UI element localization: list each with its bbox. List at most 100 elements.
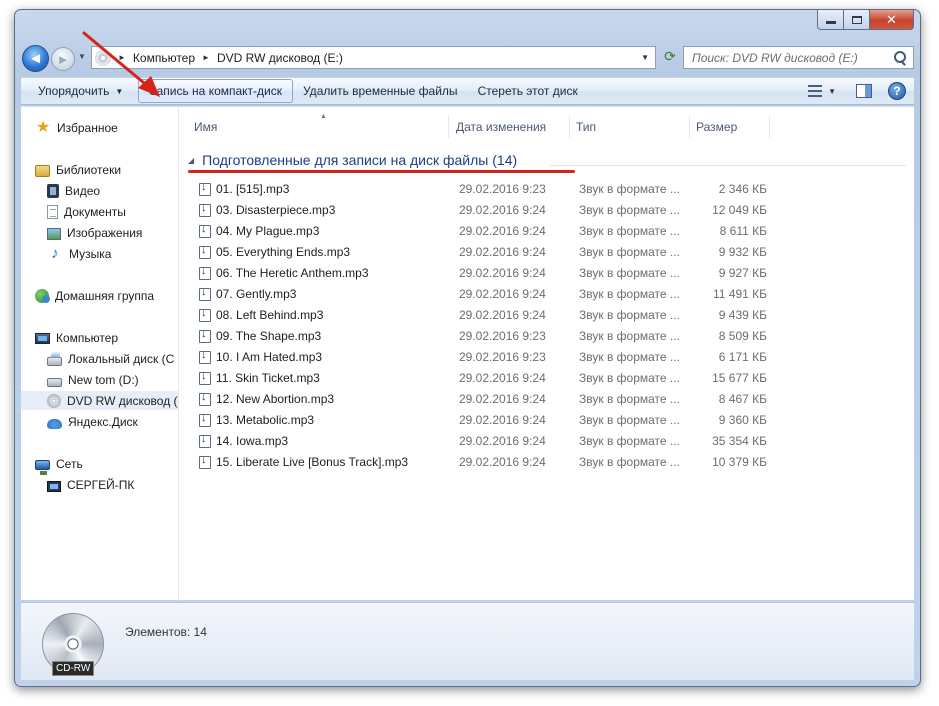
file-size: 10 379 КБ [712,455,767,469]
column-header-name[interactable]: Имя [188,116,449,138]
table-row[interactable]: 12. New Abortion.mp3 29.02.2016 9:24 Звук … [192,389,912,410]
search-box[interactable] [683,46,914,69]
sidebar-item-new-tom[interactable]: New tom (D:) [47,370,139,389]
sidebar-item-local-disk[interactable]: Локальный диск (С [47,349,174,368]
file-name: 04. My Plague.mp3 [216,224,320,238]
table-row[interactable]: 13. Metabolic.mp3 29.02.2016 9:24 Звук в ф… [192,410,912,431]
minimize-button[interactable] [817,10,844,30]
delete-temp-files-button[interactable]: Удалить временные файлы [293,79,468,103]
table-row[interactable]: 01. [515].mp3 29.02.2016 9:23 Звук в форма… [192,179,912,200]
sidebar-item-music[interactable]: ♪ Музыка [47,244,111,263]
burn-to-disc-button[interactable]: Запись на компакт-диск [138,79,293,103]
hard-drive-icon [47,377,62,387]
music-icon: ♪ [51,244,59,262]
file-type: Звук в формате ... [579,413,680,427]
file-name: 12. New Abortion.mp3 [216,392,335,406]
maximize-button[interactable] [844,10,870,30]
forward-button[interactable]: ► [51,47,75,71]
organize-button[interactable]: Упорядочить ▼ [30,79,133,103]
sidebar-label: Компьютер [56,330,119,345]
back-button[interactable]: ◄ [22,45,49,72]
file-size: 35 354 КБ [712,434,767,448]
breadcrumb-separator-icon[interactable]: ► [202,53,210,62]
table-row[interactable]: 10. I Am Hated.mp3 29.02.2016 9:23 Звук в … [192,347,912,368]
breadcrumb-computer[interactable]: Компьютер [133,51,195,65]
table-row[interactable]: 14. Iowa.mp3 29.02.2016 9:24 Звук в формат… [192,431,912,452]
table-row[interactable]: 04. My Plague.mp3 29.02.2016 9:24 Звук в ф… [192,221,912,242]
file-name: 14. Iowa.mp3 [216,434,289,448]
view-controls: ▼ ? [808,82,906,100]
table-row[interactable]: 05. Everything Ends.mp3 29.02.2016 9:24 Зв… [192,242,912,263]
table-row[interactable]: 11. Skin Ticket.mp3 29.02.2016 9:24 Звук в… [192,368,912,389]
column-header-size[interactable]: Размер [690,116,770,138]
library-icon [35,164,50,177]
erase-disc-button[interactable]: Стереть этот диск [468,79,588,103]
column-header-type[interactable]: Тип [570,116,690,138]
mp3-file-icon [199,412,211,427]
column-label: Имя [194,120,218,134]
computer-icon [35,333,50,344]
help-icon[interactable]: ? [888,82,906,100]
table-row[interactable]: 07. Gently.mp3 29.02.2016 9:24 Звук в форм… [192,284,912,305]
forward-arrow-icon: ► [56,51,70,67]
refresh-icon: ⟳ [664,48,676,64]
sidebar-item-network[interactable]: Сеть [35,454,83,475]
file-size: 6 171 КБ [718,350,767,364]
breadcrumb-separator-icon[interactable]: ► [118,53,126,62]
sidebar-item-favorites[interactable]: ★ Избранное [35,118,118,137]
file-name: 10. I Am Hated.mp3 [216,350,323,364]
refresh-button[interactable]: ⟳ [660,48,680,68]
file-size: 8 509 КБ [718,329,767,343]
navigation-bar: ◄ ► ▼ ► Компьютер ► DVD RW дисковод (E:)… [21,42,914,72]
sidebar-item-homegroup[interactable]: Домашняя группа [35,286,154,305]
sidebar-item-video[interactable]: Видео [47,181,100,200]
address-bar[interactable]: ► Компьютер ► DVD RW дисковод (E:) ▼ [91,46,656,69]
sidebar-item-documents[interactable]: Документы [47,202,126,221]
preview-pane-icon[interactable] [856,84,872,98]
image-icon [47,227,61,240]
file-type: Звук в формате ... [579,371,680,385]
mp3-file-icon [199,223,211,238]
table-row[interactable]: 03. Disasterpiece.mp3 29.02.2016 9:24 Звук… [192,200,912,221]
column-header-date[interactable]: Дата изменения [450,116,570,138]
file-name: 01. [515].mp3 [216,182,290,196]
breadcrumb-dvd-drive[interactable]: DVD RW дисковод (E:) [217,51,343,65]
collapse-triangle-icon[interactable]: ◢ [188,156,194,165]
column-label: Тип [576,120,597,134]
table-row[interactable]: 15. Liberate Live [Bonus Track].mp3 29.02… [192,452,912,473]
sidebar-item-network-pc[interactable]: СЕРГЕЙ-ПК [47,475,134,494]
search-input[interactable] [690,49,891,66]
search-icon[interactable] [891,49,909,67]
sidebar-item-images[interactable]: Изображения [47,223,142,242]
organize-label: Упорядочить [38,84,110,98]
recent-pages-dropdown[interactable]: ▼ [78,52,88,66]
mp3-file-icon [199,454,211,469]
sidebar-item-computer[interactable]: Компьютер [35,328,118,347]
cloud-icon [47,418,62,429]
star-icon: ★ [35,118,51,136]
column-label: Размер [696,120,738,134]
address-history-dropdown-icon[interactable]: ▼ [641,53,649,62]
file-type: Звук в формате ... [579,224,680,238]
group-header[interactable]: ◢ Подготовленные для записи на диск файл… [188,152,517,168]
sidebar-label: Локальный диск (С [68,351,175,366]
file-date: 29.02.2016 9:24 [459,308,546,322]
table-row[interactable]: 09. The Shape.mp3 29.02.2016 9:23 Звук в ф… [192,326,912,347]
close-button[interactable]: ✕ [870,10,914,30]
sidebar-label: New tom (D:) [68,372,139,387]
file-type: Звук в формате ... [579,329,680,343]
sidebar-item-yandex-disk[interactable]: Яндекс.Диск [47,412,138,431]
sidebar-item-dvd-drive[interactable]: DVD RW дисковод ( [21,391,178,410]
file-size: 8 467 КБ [718,392,767,406]
file-date: 29.02.2016 9:24 [459,245,546,259]
file-name: 07. Gently.mp3 [216,287,297,301]
mp3-file-icon [199,307,211,322]
file-name: 03. Disasterpiece.mp3 [216,203,336,217]
view-dropdown-icon[interactable]: ▼ [828,87,836,96]
mp3-file-icon [199,181,211,196]
table-row[interactable]: 06. The Heretic Anthem.mp3 29.02.2016 9:2… [192,263,912,284]
change-view-icon[interactable] [808,85,823,97]
sidebar-item-libraries[interactable]: Библиотеки [35,160,121,179]
table-row[interactable]: 08. Left Behind.mp3 29.02.2016 9:24 Звук в… [192,305,912,326]
file-name: 11. Skin Ticket.mp3 [216,371,320,385]
